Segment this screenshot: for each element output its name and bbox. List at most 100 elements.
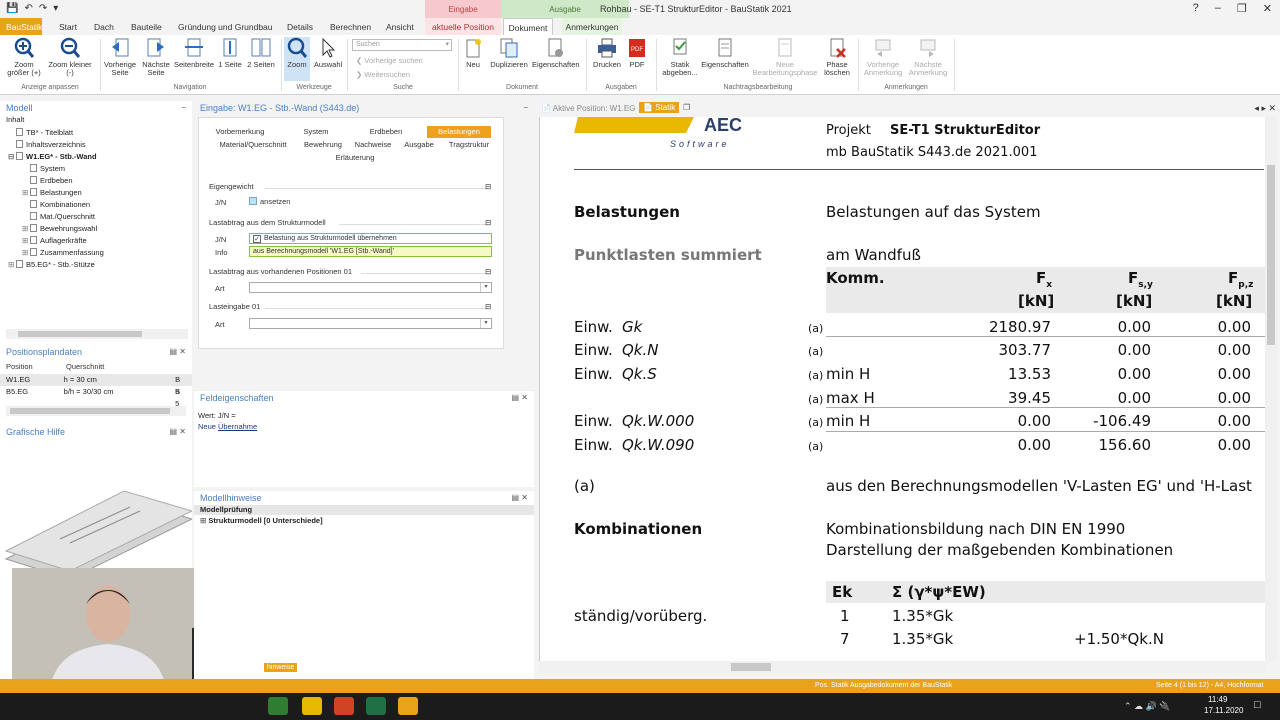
subtab-belastungen[interactable]: Belastungen [427, 126, 491, 138]
properties-button[interactable]: Eigenschaften [532, 37, 580, 69]
search-input[interactable]: Suchen ▾ [352, 39, 452, 51]
tree-item[interactable]: System [0, 163, 192, 175]
grid-scrollbar[interactable] [6, 406, 186, 416]
uebernehmen-checkbox[interactable]: ✓ Belastung aus Strukturmodell übernehmen [249, 233, 492, 244]
zoom-tool-button[interactable]: Zoom [284, 37, 310, 81]
tree-item[interactable]: Kombinationen [0, 199, 192, 211]
subtab-vorbemerkung[interactable]: Vorbemerkung [209, 126, 271, 138]
tree-item[interactable]: ⊞ Belastungen [0, 187, 192, 199]
new-tab-icon[interactable]: ❐ [683, 103, 690, 112]
scroll-thumb[interactable] [10, 408, 170, 414]
art-select[interactable]: ▾ [249, 282, 492, 293]
tree-item[interactable]: ⊞ Auflagerkräfte [0, 235, 192, 247]
tab-details[interactable]: Details [287, 18, 313, 35]
statik-abgeben-button[interactable]: Statik abgeben... [662, 37, 698, 77]
expand-icon[interactable]: ⊞ [22, 247, 30, 259]
prev-annotation-button[interactable]: Vorherige Anmerkung [862, 37, 904, 77]
powerpoint-icon[interactable] [334, 697, 354, 715]
subtab-nachweise[interactable]: Nachweise [351, 139, 395, 151]
subtab-erdbeben[interactable]: Erdbeben [365, 126, 407, 138]
next-annotation-button[interactable]: Nächste Anmerkung [906, 37, 950, 77]
one-page-button[interactable]: 1 Seite [217, 37, 243, 69]
app-icon[interactable] [268, 697, 288, 715]
baustatik-icon[interactable] [398, 697, 418, 715]
subtab-system[interactable]: System [295, 126, 337, 138]
undo-icon[interactable]: ↶ [24, 3, 32, 14]
expand-icon[interactable]: ⊞ [22, 235, 30, 247]
tree-item[interactable]: Inhaltsverzeichnis [0, 139, 192, 151]
tab-bauteile[interactable]: Bauteile [131, 18, 162, 35]
folder-icon[interactable] [302, 697, 322, 715]
two-pages-button[interactable]: 2 Seiten [245, 37, 277, 69]
doc-horizontal-scrollbar[interactable] [539, 661, 1265, 673]
doc-tab-active-position[interactable]: 📄 Aktive Position: W1.EG [541, 104, 635, 113]
select-tool-button[interactable]: Auswahl [312, 37, 344, 69]
tree-scrollbar[interactable] [6, 329, 188, 339]
tab-start[interactable]: Start [59, 18, 77, 35]
tree-item[interactable]: ⊞ B5.EG* - Stb.-Stütze [0, 259, 192, 271]
tab-aktuelle-position[interactable]: aktuelle Position [425, 18, 501, 35]
art-select[interactable]: ▾ [249, 318, 492, 329]
notification-icon[interactable]: □ [1254, 699, 1261, 711]
pin-close-icons[interactable]: ▤ ✕ [512, 393, 528, 402]
tree-item[interactable]: ⊞ Zusammenfassung [0, 247, 192, 259]
scroll-thumb[interactable] [731, 663, 771, 671]
collapse-icon[interactable]: ⊟ [485, 267, 491, 276]
struktur-row[interactable]: ⊞ Strukturmodell [0 Unterschiede] [194, 515, 534, 527]
subtab-bewehrung[interactable]: Bewehrung [299, 139, 347, 151]
hinweise-tab[interactable]: hinweise [264, 663, 298, 672]
doc-nav-close[interactable]: ◂ ▸ ✕ [1254, 103, 1276, 114]
save-icon[interactable]: 💾 [6, 3, 18, 14]
search-prev-button[interactable]: ❮ Vorherige suchen [356, 56, 423, 65]
duplicate-button[interactable]: Duplizieren [488, 37, 530, 69]
expand-icon[interactable]: ⊞ [8, 259, 16, 271]
table-row[interactable]: B5.EG b/h = 30/30 cm B 5 [0, 386, 192, 408]
search-next-button[interactable]: ❯ Weitersuchen [356, 70, 410, 79]
expand-icon[interactable]: ⊟ [8, 151, 16, 163]
expand-icon[interactable]: ⊞ [22, 187, 30, 199]
pin-icon[interactable]: − [523, 103, 528, 112]
customize-icon[interactable]: ▾ [53, 3, 58, 14]
minimize-button[interactable]: – [1215, 2, 1221, 15]
tree-item[interactable]: Mat./Querschnitt [0, 211, 192, 223]
tab-anmerkungen[interactable]: Anmerkungen [562, 18, 622, 35]
collapse-icon[interactable]: ⊟ [485, 218, 491, 227]
tab-baustatik[interactable]: BauStatik [0, 18, 42, 35]
collapse-icon[interactable]: ⊟ [485, 182, 491, 191]
pdf-button[interactable]: PDF PDF [625, 37, 649, 69]
pin-icon[interactable]: − [181, 103, 186, 112]
excel-icon[interactable] [366, 697, 386, 715]
tab-ansicht[interactable]: Ansicht [386, 18, 414, 35]
tab-dokument[interactable]: Dokument [503, 18, 553, 35]
close-button[interactable]: ✕ [1263, 2, 1272, 15]
subtab-tragstruktur[interactable]: Tragstruktur [443, 139, 495, 151]
delete-phase-button[interactable]: Phase löschen [820, 37, 854, 77]
properties2-button[interactable]: Eigenschaften [700, 37, 750, 69]
new-button[interactable]: Neu [462, 37, 484, 69]
tray-icons[interactable]: ⌃ ☁ 🔊 🔌 [1124, 701, 1170, 712]
feld-uebernahme-link[interactable]: Übernahme [218, 422, 257, 431]
subtab-ausgabe[interactable]: Ausgabe [399, 139, 439, 151]
subtab-material[interactable]: Material/Querschnitt [207, 139, 299, 151]
print-button[interactable]: Drucken [592, 37, 622, 69]
doc-vertical-scrollbar[interactable] [1265, 117, 1277, 661]
prev-page-button[interactable]: Vorherige Seite [102, 37, 138, 77]
scroll-thumb[interactable] [18, 331, 142, 337]
tab-dach[interactable]: Dach [94, 18, 114, 35]
doc-tab-statik[interactable]: 📄 Statik [639, 102, 680, 113]
tree-item[interactable]: ⊟ W1.EG* - Stb.-Wand [0, 151, 192, 163]
next-page-button[interactable]: Nächste Seite [139, 37, 173, 77]
pin-close-icons[interactable]: ▤ ✕ [170, 347, 186, 356]
scroll-thumb[interactable] [1267, 165, 1275, 345]
pin-close-icons[interactable]: ▤ ✕ [512, 493, 528, 502]
page-width-button[interactable]: Seitenbreite [173, 37, 215, 69]
table-row[interactable]: W1.EG h = 30 cm B 5 [0, 374, 192, 396]
expand-icon[interactable]: ⊞ [22, 223, 30, 235]
collapse-icon[interactable]: ⊟ [485, 302, 491, 311]
subtab-erlaeuterung[interactable]: Erläuterung [323, 152, 387, 164]
zoom-out-button[interactable]: Zoom kleiner (-) [46, 37, 94, 77]
tab-berechnen[interactable]: Berechnen [330, 18, 371, 35]
new-phase-button[interactable]: Neue Bearbeitungsphase [752, 37, 818, 77]
zoom-in-button[interactable]: Zoom größer (+) [4, 37, 44, 77]
tree-item[interactable]: ⊞ Bewehrungswahl [0, 223, 192, 235]
